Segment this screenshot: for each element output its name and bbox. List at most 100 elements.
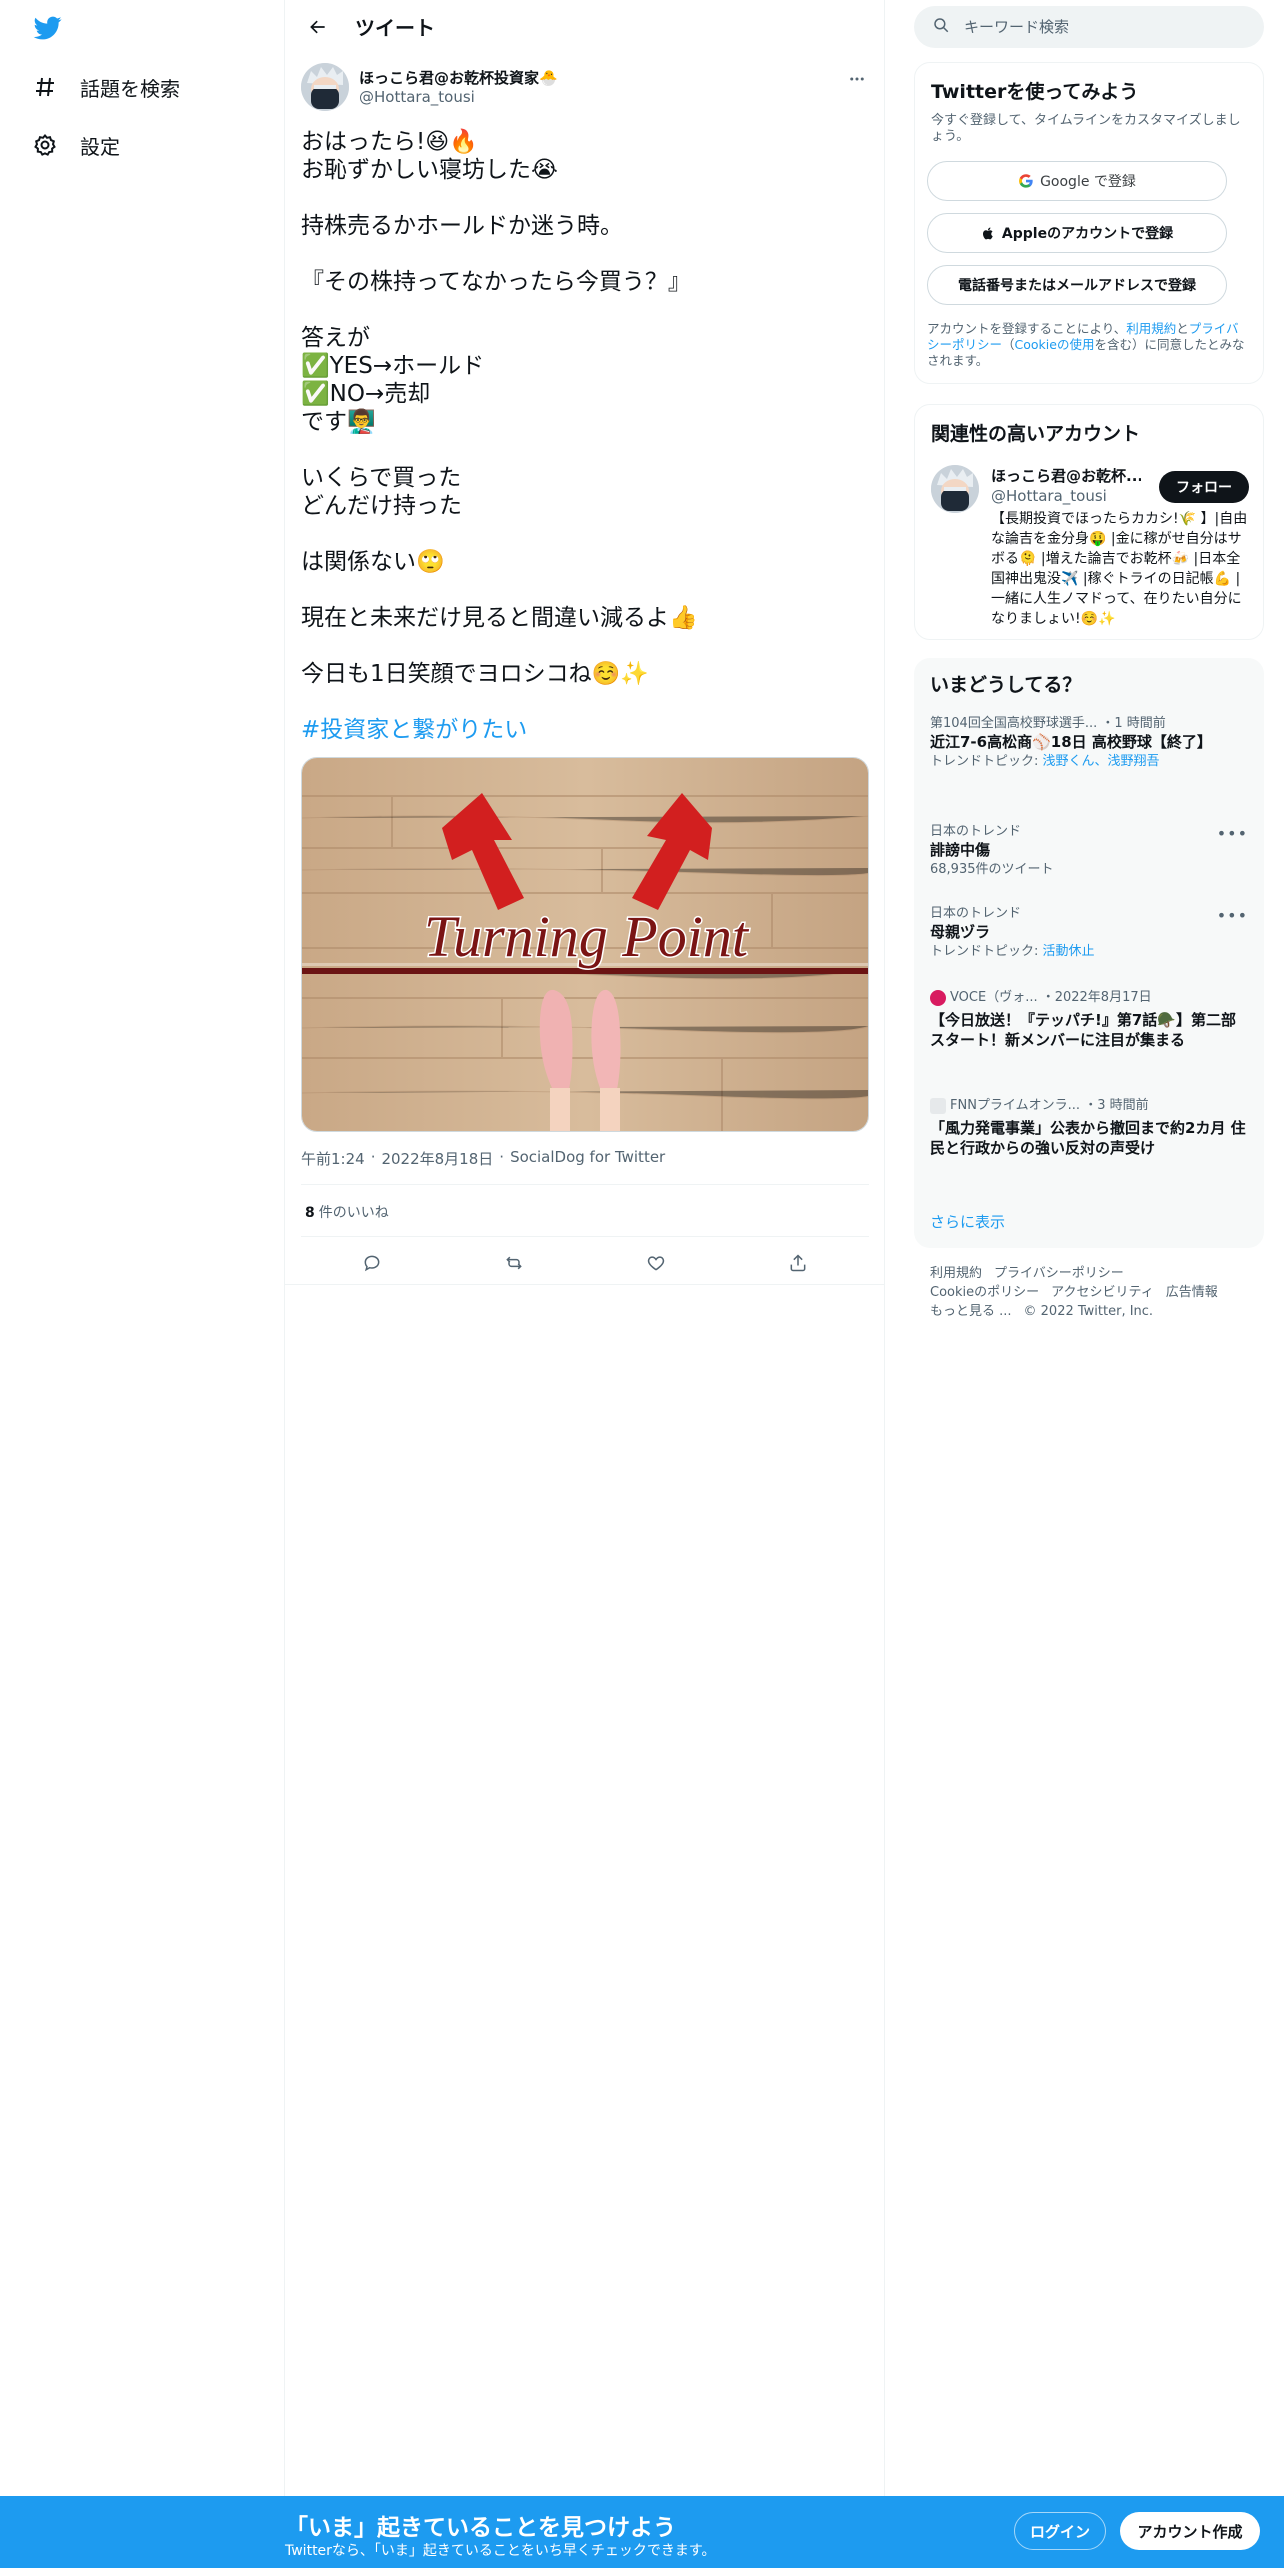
nav-settings-label: 設定 <box>80 134 120 159</box>
login-button[interactable]: ログイン <box>1014 2512 1106 2550</box>
signup-subtitle: 今すぐ登録して、タイムラインをカスタマイズしましょう。 <box>931 113 1241 144</box>
avatar[interactable] <box>301 63 349 111</box>
back-arrow-icon[interactable] <box>301 10 335 44</box>
trend-item[interactable]: VOCE（ヴォ... ・2022年8月17日 【今日放送！『テッパチ!』第7話🪖… <box>930 990 1248 1050</box>
meta-dot: · <box>370 1148 376 1166</box>
related-account-bio: 【長期投資でほったらカカシ!🌾 】|自由な論吉を金分身🤑 |金に稼がせ自分はサボ… <box>991 511 1248 627</box>
tweet-line <box>301 240 869 268</box>
tweet-line: 現在と未来だけ見ると間違い減るよ👍 <box>301 605 698 631</box>
search-input[interactable] <box>964 18 1244 36</box>
fnn-logo-icon <box>930 1098 946 1114</box>
main-column: ツイート ほっこら君@お乾杯投資家🐣 @Hottara_tousi おはったら!… <box>285 0 885 2496</box>
tweet-line <box>301 576 869 604</box>
nav-explore[interactable]: 話題を検索 <box>30 67 180 107</box>
tweet-line <box>301 296 869 324</box>
trend-meta-text: VOCE（ヴォ... ・2022年8月17日 <box>950 990 1152 1005</box>
search-box[interactable] <box>914 6 1264 48</box>
divider <box>301 1184 869 1185</box>
legal-text: アカウントを登録することにより、利用規約とプライバシーポリシー（Cookieの使… <box>927 321 1247 369</box>
likes-count[interactable]: 8 件のいいね <box>305 1202 389 1222</box>
google-icon <box>1018 173 1034 189</box>
trend-title: 母親ヅラ <box>930 923 991 941</box>
google-signup-button[interactable]: Google で登録 <box>927 161 1227 201</box>
trend-title: 近江7-6高松商⚾18日 高校野球【終了】 <box>930 733 1212 751</box>
create-account-button[interactable]: アカウント作成 <box>1120 2512 1260 2550</box>
trend-subtext: 68,935件のツイート <box>930 862 1054 877</box>
hashtag-link[interactable]: #投資家と繋がりたい <box>301 716 869 744</box>
author-handle[interactable]: @Hottara_tousi <box>359 88 475 106</box>
follow-button[interactable]: フォロー <box>1159 471 1249 503</box>
tweet-line: です👨‍🏫 <box>301 409 376 435</box>
related-accounts-panel: 関連性の高いアカウント ほっこら君@お乾杯... @Hottara_tousi … <box>914 404 1264 640</box>
footer-links: 利用規約 プライバシーポリシー Cookieのポリシー アクセシビリティ 広告情報 も… <box>930 1264 1250 1321</box>
footer-link[interactable]: プライバシーポリシー <box>994 1266 1124 1281</box>
search-icon <box>932 16 950 38</box>
trend-item[interactable]: FNNプライムオンラ... ・3 時間前 「風力発電事業」公表から撤回まで約2カ… <box>930 1098 1248 1158</box>
related-account-handle[interactable]: @Hottara_tousi <box>991 487 1107 505</box>
tweet-line: は関係ない🙄 <box>301 549 445 575</box>
like-heart-icon[interactable] <box>639 1246 673 1280</box>
trend-item[interactable]: 日本のトレンド 誹謗中傷 68,935件のツイート ••• <box>930 824 1248 878</box>
reply-icon[interactable] <box>355 1246 389 1280</box>
tweet-line: 今日も1日笑顔でヨロシコね☺️✨ <box>301 661 649 687</box>
trend-sub-prefix: トレンドトピック: <box>930 754 1043 769</box>
top-bar: ツイート <box>285 0 884 53</box>
nav-settings[interactable]: 設定 <box>30 125 120 165</box>
more-options-icon[interactable]: ••• <box>1217 824 1248 843</box>
hashtag-icon <box>30 72 60 102</box>
legal-and: と <box>1176 321 1189 336</box>
bottom-signup-bar: 「いま」起きていることを見つけよう Twitterなら、「いま」起きていることを… <box>0 2496 1284 2568</box>
legal-paren: （ <box>1002 337 1015 352</box>
trend-title: 「風力発電事業」公表から撤回まで約2カ月 住民と行政からの強い反対の声受け <box>930 1119 1246 1157</box>
tweet-author: ほっこら君@お乾杯投資家🐣 @Hottara_tousi <box>301 63 869 113</box>
tweet-line: 持株売るかホールドか迷う時。 <box>301 213 623 239</box>
phone-signup-label: 電話番号またはメールアドレスで登録 <box>958 278 1196 294</box>
more-options-icon[interactable]: ••• <box>1217 906 1248 925</box>
footer-link[interactable]: アクセシビリティ <box>1051 1285 1154 1300</box>
tweet-date[interactable]: 2022年8月18日 <box>381 1148 493 1169</box>
trend-title: 誹謗中傷 <box>930 841 991 859</box>
trend-title: 【今日放送！『テッパチ!』第7話🪖】第二部スタート！新メンバーに注目が集まる <box>930 1011 1236 1049</box>
trend-topic-link[interactable]: 浅野くん、浅野翔吾 <box>1043 754 1160 769</box>
tweet-line <box>301 688 869 716</box>
trend-meta: FNNプライムオンラ... ・3 時間前 <box>930 1098 1248 1114</box>
trend-meta: 日本のトレンド <box>930 906 1022 921</box>
tweet-source: SocialDog for Twitter <box>510 1148 666 1166</box>
tweet-actions <box>301 1242 869 1284</box>
trend-subtext: トレンドトピック: 浅野くん、浅野翔吾 <box>930 754 1248 770</box>
twitter-logo-icon[interactable] <box>32 14 64 42</box>
footer-link[interactable]: Cookieのポリシー <box>930 1285 1039 1300</box>
trend-item[interactable]: 日本のトレンド 母親ヅラ トレンドトピック: 活動休止 ••• <box>930 906 1248 960</box>
tweet-text: おはったら!😆🔥 お恥ずかしい寝坊した😭 持株売るかホールドか迷う時。 『その株… <box>301 128 869 744</box>
divider <box>301 1236 869 1237</box>
phone-email-signup-button[interactable]: 電話番号またはメールアドレスで登録 <box>927 265 1227 305</box>
related-account-name[interactable]: ほっこら君@お乾杯... <box>991 465 1141 486</box>
divider <box>285 1284 885 1285</box>
trend-item[interactable]: 第104回全国高校野球選手... ・1 時間前 近江7-6高松商⚾18日 高校野… <box>930 716 1248 770</box>
likes-number: 8 <box>305 1205 315 1221</box>
retweet-icon[interactable] <box>497 1246 531 1280</box>
trends-panel: いまどうしてる？ 第104回全国高校野球選手... ・1 時間前 近江7-6高松… <box>914 658 1264 1248</box>
tweet-line: ✅NO→売却 <box>301 381 431 407</box>
terms-link[interactable]: 利用規約 <box>1126 321 1176 336</box>
tweet-line: おはったら!😆🔥 <box>301 129 478 155</box>
trend-meta: VOCE（ヴォ... ・2022年8月17日 <box>930 990 1248 1006</box>
left-navigation: 話題を検索 設定 <box>0 0 285 2496</box>
author-name[interactable]: ほっこら君@お乾杯投資家🐣 <box>359 67 558 88</box>
footer-link[interactable]: 利用規約 <box>930 1266 982 1281</box>
more-options-icon[interactable] <box>845 67 869 91</box>
footer-link[interactable]: もっと見る ... <box>930 1304 1012 1319</box>
likes-label: 件のいいね <box>318 1205 389 1221</box>
apple-icon <box>981 226 996 241</box>
nav-explore-label: 話題を検索 <box>80 76 180 101</box>
tweet-image[interactable]: Turning Point <box>301 757 869 1132</box>
tweet-meta: 午前1:24 · 2022年8月18日 · SocialDog for Twit… <box>301 1148 665 1169</box>
cookie-link[interactable]: Cookieの使用 <box>1015 337 1095 352</box>
footer-link[interactable]: 広告情報 <box>1166 1285 1218 1300</box>
show-more-link[interactable]: さらに表示 <box>930 1211 1005 1232</box>
avatar[interactable] <box>931 465 979 513</box>
trend-topic-link[interactable]: 活動休止 <box>1043 944 1095 959</box>
apple-signup-button[interactable]: Appleのアカウントで登録 <box>927 213 1227 253</box>
share-icon[interactable] <box>781 1246 815 1280</box>
tweet-time[interactable]: 午前1:24 <box>301 1148 365 1169</box>
